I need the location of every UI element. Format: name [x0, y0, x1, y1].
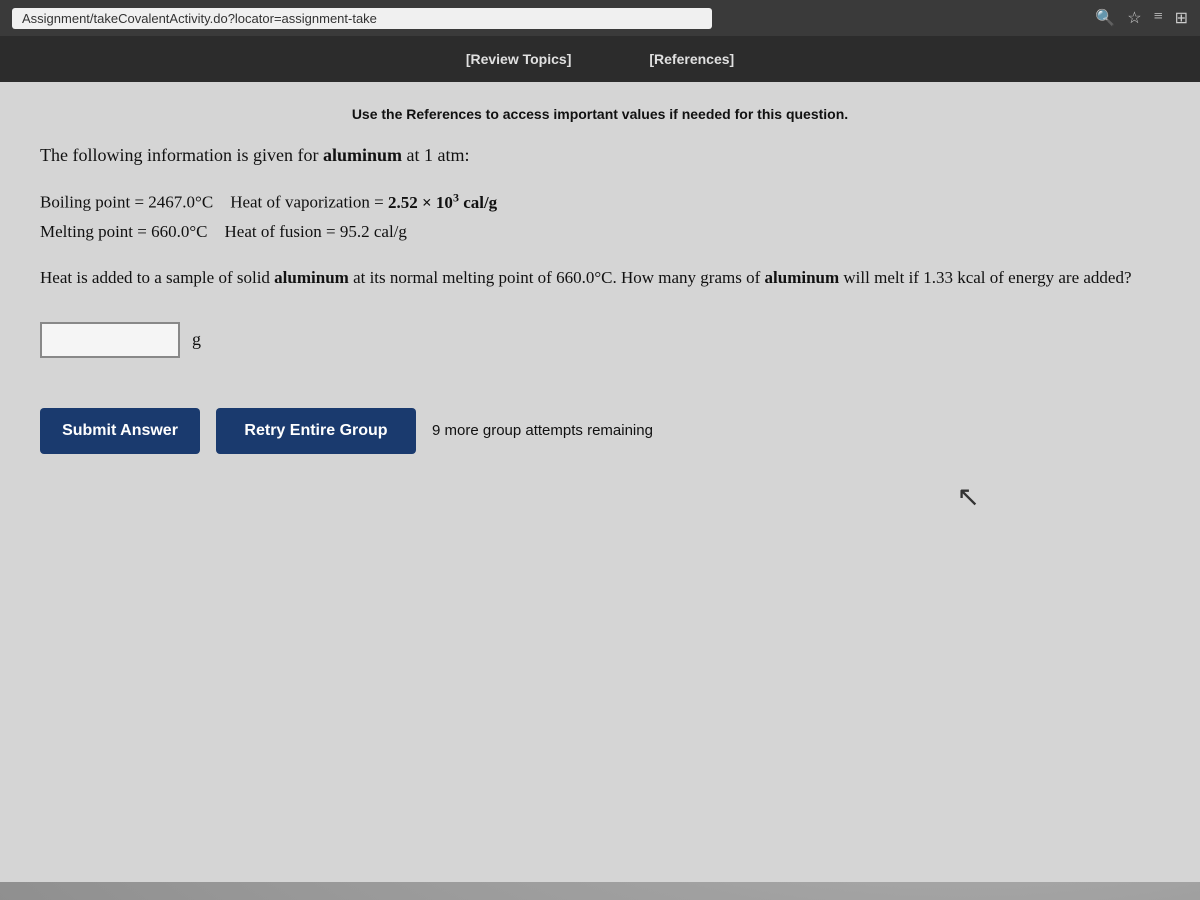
heat-vaporization-value: 2.52 × 103 cal/g: [388, 193, 497, 212]
retry-entire-group-button[interactable]: Retry Entire Group: [216, 408, 416, 454]
boiling-point-label: Boiling point =: [40, 193, 148, 212]
answer-input[interactable]: [40, 322, 180, 358]
browser-bar: Assignment/takeCovalentActivity.do?locat…: [0, 0, 1200, 36]
cursor-arrow: ↖: [957, 480, 980, 514]
boiling-point-value: 2467.0°C: [148, 193, 213, 212]
question-intro: The following information is given for a…: [40, 142, 1160, 169]
review-topics-link[interactable]: [Review Topics]: [457, 46, 581, 72]
references-link[interactable]: [References]: [640, 46, 743, 72]
submit-answer-button[interactable]: Submit Answer: [40, 408, 200, 454]
heat-vaporization-label: Heat of vaporization =: [230, 193, 388, 212]
buttons-row: Submit Answer Retry Entire Group 9 more …: [40, 408, 1160, 454]
url-bar[interactable]: Assignment/takeCovalentActivity.do?locat…: [12, 8, 712, 29]
nav-bar: [Review Topics] [References]: [0, 36, 1200, 82]
unit-label: g: [192, 329, 201, 350]
browser-icons: 🔍 ☆ ≡ ⊞: [1095, 8, 1188, 28]
search-icon[interactable]: 🔍: [1095, 8, 1115, 28]
question-area: Use the References to access important v…: [0, 82, 1200, 882]
window-icon[interactable]: ⊞: [1175, 8, 1188, 28]
menu-icon[interactable]: ≡: [1154, 8, 1163, 28]
data-table: Boiling point = 2467.0°C Heat of vaporiz…: [40, 187, 1160, 246]
melting-point-row: Melting point = 660.0°C Heat of fusion =…: [40, 218, 1160, 247]
bookmark-icon[interactable]: ☆: [1127, 8, 1141, 28]
melting-point-value: 660.0°C: [151, 222, 207, 241]
melting-point-label: Melting point =: [40, 222, 151, 241]
heat-fusion-value: 95.2 cal/g: [340, 222, 407, 241]
attempts-remaining-text: 9 more group attempts remaining: [432, 422, 653, 439]
boiling-point-row: Boiling point = 2467.0°C Heat of vaporiz…: [40, 187, 1160, 218]
references-note: Use the References to access important v…: [40, 106, 1160, 122]
heat-fusion-label: Heat of fusion =: [225, 222, 340, 241]
answer-row: g: [40, 322, 1160, 358]
question-text: Heat is added to a sample of solid alumi…: [40, 264, 1160, 291]
content-area: [Review Topics] [References] Use the Ref…: [0, 36, 1200, 882]
